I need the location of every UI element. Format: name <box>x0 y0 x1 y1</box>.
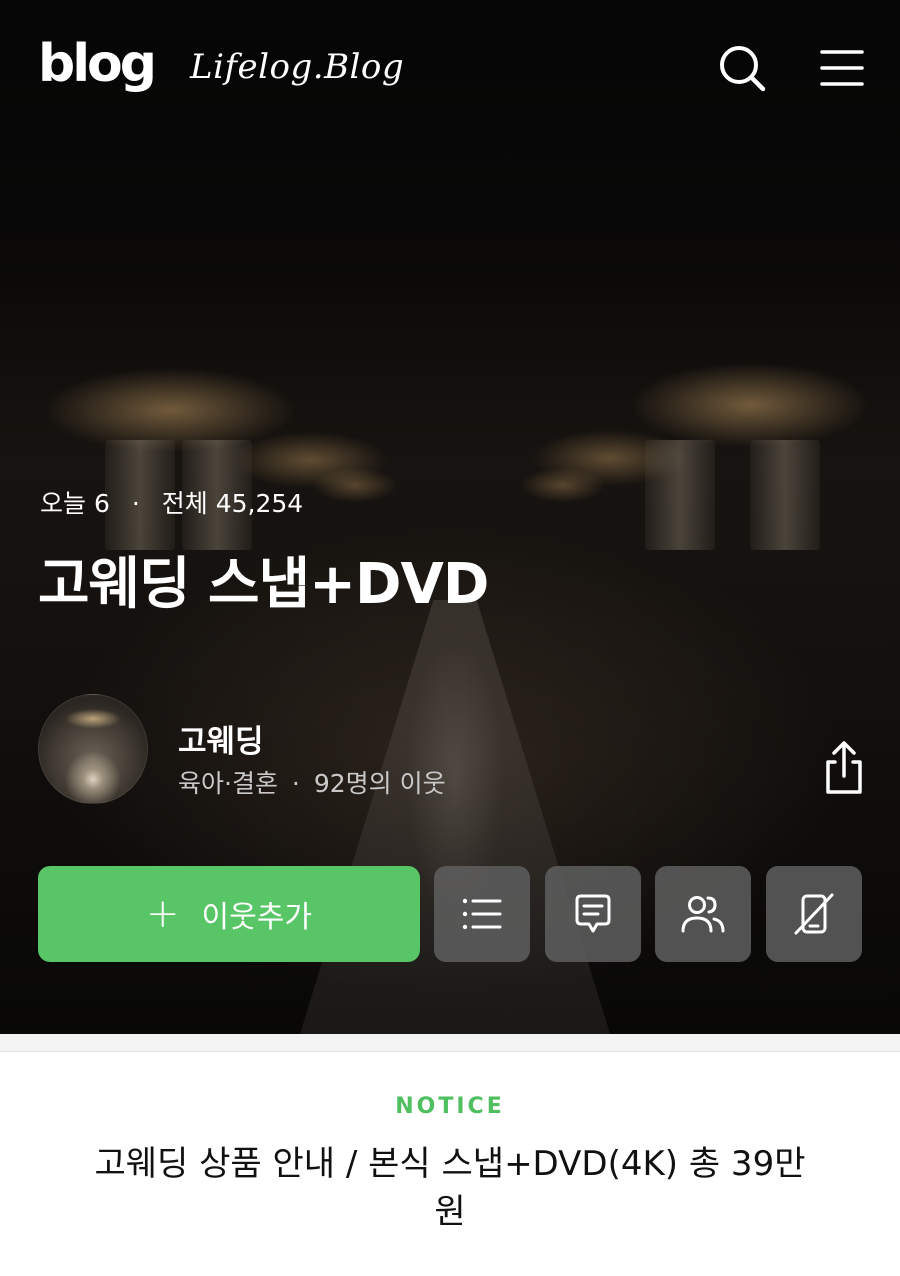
action-buttons: + 이웃추가 <box>38 866 862 962</box>
neighbor-count[interactable]: 92명의 이웃 <box>314 769 446 798</box>
notice-label: NOTICE <box>395 1094 505 1119</box>
notice-section[interactable]: NOTICE 고웨딩 상품 안내 / 본식 스냅+DVD(4K) 총 39만원 <box>0 1052 900 1276</box>
list-icon <box>462 898 502 930</box>
blog-category: 육아·결혼 <box>178 769 278 798</box>
blog-name-logo[interactable]: Lifelog.Blog <box>190 50 404 84</box>
add-neighbor-label: 이웃추가 <box>201 900 312 935</box>
share-icon[interactable] <box>816 738 872 798</box>
blog-logo[interactable]: blog <box>38 38 157 90</box>
owner-name[interactable]: 고웨딩 <box>178 716 264 761</box>
phone-off-button[interactable] <box>766 866 862 962</box>
list-button[interactable] <box>434 866 530 962</box>
search-icon[interactable] <box>714 40 770 96</box>
message-button[interactable] <box>545 866 641 962</box>
top-bar: blog Lifelog.Blog <box>0 0 900 140</box>
stats-separator: · <box>131 489 140 518</box>
neighbors-icon <box>681 896 725 933</box>
avatar[interactable] <box>38 694 148 804</box>
total-count: 45,254 <box>215 489 304 518</box>
visitor-stats: 오늘 6 · 전체 45,254 <box>40 484 303 520</box>
plus-icon: + <box>146 891 180 937</box>
today-label: 오늘 <box>40 489 87 518</box>
menu-icon[interactable] <box>814 40 870 96</box>
add-neighbor-button[interactable]: + 이웃추가 <box>38 866 420 962</box>
today-count: 6 <box>93 489 110 518</box>
blog-title: 고웨딩 스냅+DVD <box>38 552 489 617</box>
message-icon <box>575 894 611 933</box>
neighbors-button[interactable] <box>655 866 751 962</box>
notice-text[interactable]: 고웨딩 상품 안내 / 본식 스냅+DVD(4K) 총 39만원 <box>90 1140 810 1236</box>
section-divider <box>0 1034 900 1052</box>
owner-meta: 육아·결혼 · 92명의 이웃 <box>178 764 446 800</box>
blog-cover: blog Lifelog.Blog 오늘 6 · 전체 45,254 고웨딩 스… <box>0 0 900 1034</box>
phone-off-icon <box>794 893 834 935</box>
total-label: 전체 <box>161 489 208 518</box>
meta-separator: · <box>291 769 300 798</box>
